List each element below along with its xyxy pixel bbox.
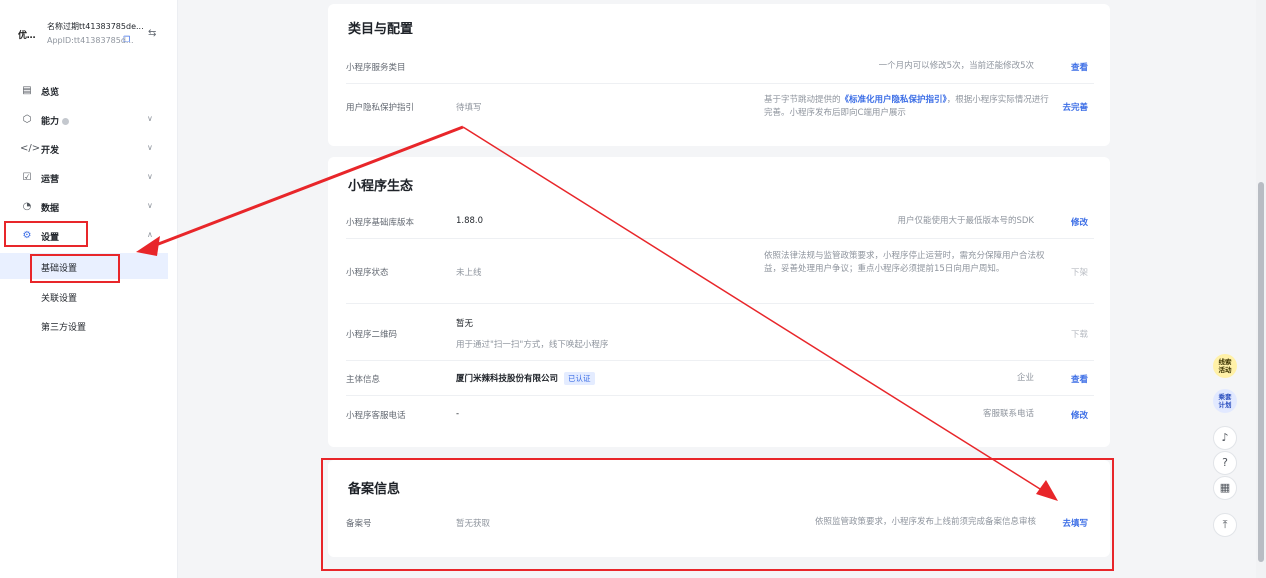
scrollbar[interactable] [1256, 0, 1266, 578]
row-label: 主体信息 [346, 375, 381, 385]
unpublish-link[interactable]: 下架 [1071, 266, 1088, 278]
row-label: 小程序状态 [346, 268, 389, 278]
row-value: 待填写 [456, 103, 482, 113]
table-row: 小程序服务类目 一个月内可以修改5次，当前还能修改5次 查看 [346, 49, 1094, 84]
row-desc: 基于字节跳动提供的《标准化用户隐私保护指引》，根据小程序实际情况进行完善。小程序… [764, 94, 1054, 120]
app-id: AppID:tt41383785d... [47, 36, 134, 45]
sidebar-item-label: 总览 [41, 88, 60, 98]
chevron-down-icon: ∨ [147, 114, 153, 123]
sidebar-subitem-label: 第三方设置 [41, 323, 87, 333]
sidebar-item-ability[interactable]: ⬡ 能力 ∨ [0, 106, 178, 134]
sidebar-item-text: 能力 [41, 117, 60, 127]
sidebar-subitem-label: 关联设置 [41, 294, 78, 304]
desc-text: 基于字节跳动提供的 [764, 95, 841, 105]
row-desc: 一个月内可以修改5次，当前还能修改5次 [878, 61, 1034, 71]
table-row: 小程序基础库版本 1.88.0 用户仅能使用大于最低版本号的SDK 修改 [346, 205, 1094, 239]
sidebar-subitem-link-settings[interactable]: 关联设置 [0, 283, 168, 309]
row-desc: 依照法律法规与监管政策要求，小程序停止运营时，需充分保障用户合法权益，妥善处理用… [764, 251, 1045, 274]
table-row: 主体信息 厦门米辣科技股份有限公司 已认证 企业 查看 [346, 362, 1094, 396]
row-value: 暂无 [456, 319, 474, 329]
chevron-down-icon: ∨ [147, 143, 153, 152]
row-desc: 客服联系电话 [982, 409, 1034, 419]
copy-icon[interactable]: ❐ [123, 35, 133, 45]
sidebar-item-label: 数据 [41, 204, 60, 214]
scrollbar-thumb[interactable] [1258, 182, 1264, 562]
sidebar-item-overview[interactable]: ▤ 总览 [0, 77, 178, 105]
row-desc: 企业 [1016, 373, 1034, 383]
annotation-box-settings [4, 221, 88, 247]
info-icon [62, 118, 70, 125]
chevron-down-icon: ∨ [147, 172, 153, 181]
row-value: 厦门米辣科技股份有限公司 已认证 [456, 372, 595, 385]
sidebar-item-label: 运营 [41, 175, 60, 185]
app-header[interactable]: 优... 名称过期tt41383785de... AppID:tt4138378… [0, 0, 178, 62]
annotation-box-basic-settings [30, 254, 120, 283]
row-label: 小程序客服电话 [346, 411, 406, 421]
help-icon[interactable]: ? [1213, 451, 1237, 475]
download-qrcode-link[interactable]: 下载 [1071, 328, 1088, 340]
leads-activity-button[interactable]: 线索活动 [1213, 354, 1237, 378]
float-label: 乘套计划 [1218, 393, 1232, 409]
sidebar-item-develop[interactable]: </> 开发 ∨ [0, 135, 178, 163]
sidebar-item-operation[interactable]: ☑ 运营 ∨ [0, 164, 178, 192]
row-label: 用户隐私保护指引 [346, 103, 415, 113]
table-row: 小程序客服电话 - 客服联系电话 修改 [346, 397, 1094, 431]
view-category-link[interactable]: 查看 [1071, 61, 1088, 73]
chart-icon: ☑ [22, 172, 32, 183]
row-label: 小程序二维码 [346, 330, 398, 340]
table-row: 用户隐私保护指引 待填写 基于字节跳动提供的《标准化用户隐私保护指引》，根据小程… [346, 85, 1094, 135]
row-value: 未上线 [456, 268, 482, 278]
sidebar-item-label: 开发 [41, 146, 60, 156]
sidebar-item-label: 能力 [41, 114, 70, 127]
back-to-top-icon[interactable]: ⤒ [1213, 513, 1237, 537]
annotation-box-filing [321, 458, 1114, 571]
app-name: 名称过期tt41383785de... [47, 22, 144, 31]
modify-phone-link[interactable]: 修改 [1071, 409, 1088, 421]
chevron-up-icon: ∧ [147, 230, 153, 239]
row-value: - [456, 409, 460, 419]
row-label: 小程序基础库版本 [346, 218, 415, 228]
sidebar-subitem-third-party-settings[interactable]: 第三方设置 [0, 312, 168, 338]
chevron-down-icon: ∨ [147, 201, 153, 210]
modify-sdk-link[interactable]: 修改 [1071, 216, 1088, 228]
view-subject-link[interactable]: 查看 [1071, 373, 1088, 385]
table-row: 小程序二维码 暂无 用于通过"扫一扫"方式，线下唤起小程序 下载 [346, 305, 1094, 361]
row-label: 小程序服务类目 [346, 63, 406, 73]
table-row: 小程序状态 未上线 依照法律法规与监管政策要求，小程序停止运营时，需充分保障用户… [346, 240, 1094, 304]
switch-icon[interactable]: ⇆ [148, 28, 160, 40]
category-card: 类目与配置 小程序服务类目 一个月内可以修改5次，当前还能修改5次 查看 用户隐… [328, 4, 1110, 146]
ecosystem-card: 小程序生态 小程序基础库版本 1.88.0 用户仅能使用大于最低版本号的SDK … [328, 157, 1110, 447]
row-desc: 用户仅能使用大于最低版本号的SDK [897, 216, 1034, 226]
overview-icon: ▤ [22, 85, 32, 96]
qrcode-icon[interactable]: ▦ [1213, 476, 1237, 500]
card-title: 类目与配置 [348, 22, 414, 37]
company-name: 厦门米辣科技股份有限公司 [456, 374, 559, 384]
card-title: 小程序生态 [348, 179, 414, 194]
row-sub-value: 用于通过"扫一扫"方式，线下唤起小程序 [456, 340, 609, 350]
verified-badge: 已认证 [564, 372, 595, 385]
plan-button[interactable]: 乘套计划 [1213, 389, 1237, 413]
complete-privacy-link[interactable]: 去完善 [1062, 101, 1088, 113]
ability-icon: ⬡ [22, 114, 32, 125]
app-logo: 优... [18, 31, 36, 41]
code-icon: </> [20, 143, 41, 154]
sidebar-item-data[interactable]: ◔ 数据 ∨ [0, 193, 178, 221]
headset-icon[interactable]: ♪ [1213, 426, 1237, 450]
pie-icon: ◔ [22, 201, 32, 212]
float-label: 线索活动 [1218, 358, 1232, 374]
privacy-guide-link[interactable]: 《标准化用户隐私保护指引》 [841, 95, 947, 105]
sidebar: 优... 名称过期tt41383785de... AppID:tt4138378… [0, 0, 178, 578]
row-value: 1.88.0 [456, 216, 484, 226]
